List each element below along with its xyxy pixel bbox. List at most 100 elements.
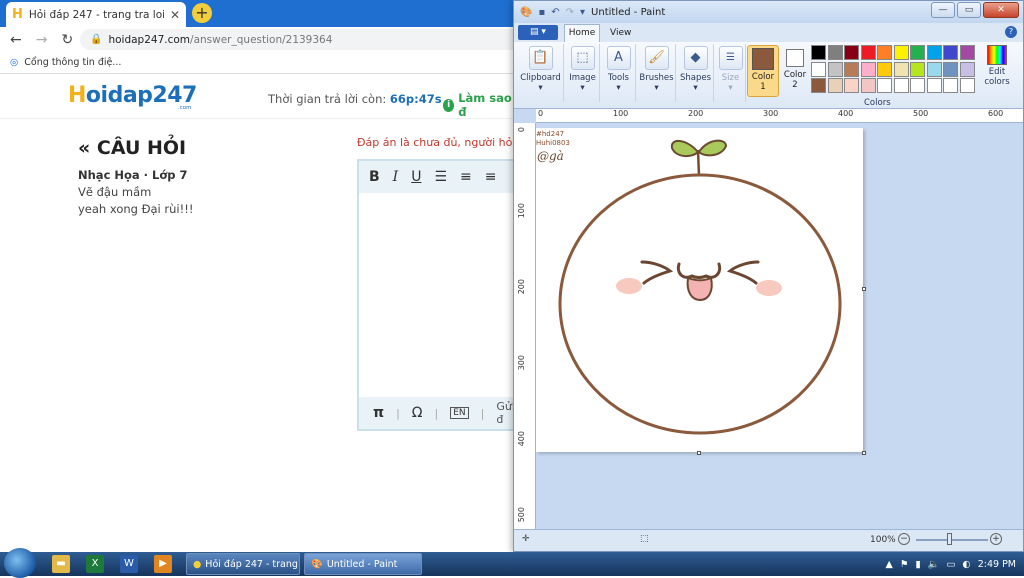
flag-icon[interactable]: ⚑ bbox=[900, 559, 909, 570]
palette-swatch[interactable] bbox=[943, 78, 958, 93]
palette-swatch[interactable] bbox=[811, 61, 826, 77]
palette-swatch[interactable] bbox=[910, 61, 925, 77]
task-chrome[interactable]: ● Hỏi đáp 247 - trang t... bbox=[186, 553, 300, 575]
zoom-in-button[interactable]: + bbox=[990, 533, 1002, 545]
palette-swatch[interactable] bbox=[877, 45, 892, 60]
palette-swatch[interactable] bbox=[893, 78, 909, 93]
maximize-button[interactable]: ▭ bbox=[957, 2, 981, 18]
howto-link[interactable]: i Làm sao đ bbox=[443, 91, 515, 119]
close-tab-icon[interactable]: ✕ bbox=[170, 8, 180, 22]
brushes-group[interactable]: 🖌 Brushes ▾ bbox=[638, 44, 676, 102]
palette-swatch[interactable] bbox=[811, 45, 826, 60]
battery-icon[interactable]: ▭ bbox=[946, 559, 955, 570]
zoom-slider[interactable] bbox=[916, 539, 988, 541]
align-left-icon[interactable]: ☰ bbox=[434, 169, 447, 185]
redo-icon[interactable]: ↷ bbox=[566, 7, 574, 18]
explorer-icon[interactable]: ▬ bbox=[52, 555, 70, 573]
palette-swatch[interactable] bbox=[877, 61, 892, 77]
undo-icon[interactable]: ↶ bbox=[551, 7, 559, 18]
palette-swatch[interactable] bbox=[893, 45, 909, 60]
excel-icon[interactable]: X bbox=[86, 555, 104, 573]
close-button[interactable]: ✕ bbox=[983, 2, 1019, 18]
italic-button[interactable]: I bbox=[393, 169, 399, 185]
palette-swatch[interactable] bbox=[943, 61, 958, 77]
palette-swatch[interactable] bbox=[811, 78, 826, 93]
palette-swatch[interactable] bbox=[959, 78, 975, 93]
palette-swatch[interactable] bbox=[959, 45, 975, 60]
new-tab-button[interactable]: + bbox=[192, 3, 212, 23]
palette-swatch[interactable] bbox=[827, 78, 843, 93]
palette-swatch[interactable] bbox=[926, 78, 942, 93]
image-group[interactable]: ⬚ Image ▾ bbox=[566, 44, 600, 102]
bookmark-item[interactable]: Cổng thông tin điệ... bbox=[24, 57, 121, 68]
resize-handle-right[interactable] bbox=[862, 287, 866, 291]
palette-swatch[interactable] bbox=[827, 61, 843, 77]
back-icon[interactable]: ← bbox=[10, 32, 22, 48]
underline-button[interactable]: U bbox=[411, 169, 421, 185]
media-player-icon[interactable]: ▶ bbox=[154, 555, 172, 573]
paint-canvas[interactable]: #hd247 Huhi0803 @gà bbox=[536, 128, 866, 455]
language-icon[interactable]: ◐ bbox=[962, 559, 970, 570]
palette-swatch[interactable] bbox=[860, 78, 876, 93]
clipboard-group[interactable]: 📋 Clipboard ▾ bbox=[518, 44, 564, 102]
home-ribbon: 📋 Clipboard ▾ ⬚ Image ▾ A Tools ▾ 🖌 Brushes… bbox=[514, 42, 1023, 109]
palette-swatch[interactable] bbox=[877, 78, 892, 93]
paint-app-icon[interactable]: 🎨 bbox=[520, 7, 532, 18]
browser-tab[interactable]: H Hỏi đáp 247 - trang tra loi ✕ bbox=[6, 2, 186, 27]
selection-size-icon: ⬚ bbox=[640, 534, 649, 544]
palette-swatch[interactable] bbox=[844, 78, 859, 93]
resize-handle-corner[interactable] bbox=[862, 451, 866, 455]
zoom-out-button[interactable]: − bbox=[898, 533, 910, 545]
align-center-icon[interactable]: ≡ bbox=[460, 169, 472, 185]
palette-swatch[interactable] bbox=[860, 61, 876, 77]
question-text-line1: Vẽ đậu mầm bbox=[78, 185, 152, 199]
palette-swatch[interactable] bbox=[959, 61, 975, 77]
palette-swatch[interactable] bbox=[893, 61, 909, 77]
help-icon[interactable]: ? bbox=[1005, 26, 1017, 38]
paint-file-menu-button[interactable]: ▤ ▾ bbox=[518, 25, 558, 40]
start-button[interactable] bbox=[4, 548, 36, 578]
volume-icon[interactable]: 🔈 bbox=[928, 559, 940, 570]
tab-view[interactable]: View bbox=[610, 26, 631, 40]
color1-button[interactable]: Color 1 bbox=[747, 45, 779, 97]
palette-swatch[interactable] bbox=[910, 78, 925, 93]
qat-dropdown-icon[interactable]: ▾ bbox=[580, 7, 585, 18]
align-right-icon[interactable]: ≡ bbox=[485, 169, 497, 185]
clock[interactable]: 2:49 PM bbox=[978, 559, 1016, 570]
zoom-slider-thumb[interactable] bbox=[947, 533, 952, 545]
palette-swatch[interactable] bbox=[844, 45, 859, 60]
palette-swatch[interactable] bbox=[844, 61, 859, 77]
reload-icon[interactable]: ↻ bbox=[61, 32, 73, 48]
shapes-group[interactable]: ◆ Shapes ▾ bbox=[678, 44, 714, 102]
colors-group-label: Colors bbox=[864, 98, 891, 108]
edit-colors-button[interactable]: Edit colors bbox=[979, 45, 1015, 87]
special-char-button[interactable]: Ω bbox=[412, 405, 423, 421]
palette-swatch[interactable] bbox=[827, 45, 843, 60]
resize-handle-bottom[interactable] bbox=[697, 451, 701, 455]
save-icon[interactable]: ▪ bbox=[538, 7, 545, 18]
palette-swatch[interactable] bbox=[926, 45, 942, 60]
palette-swatch[interactable] bbox=[926, 61, 942, 77]
forward-icon[interactable]: → bbox=[36, 32, 48, 48]
ruler-tick-label: 500 bbox=[517, 507, 526, 523]
math-pi-button[interactable]: π bbox=[373, 405, 384, 421]
ruler-tick-label: 100 bbox=[613, 109, 629, 118]
tray-expand-icon[interactable]: ▲ bbox=[886, 559, 893, 570]
tools-group[interactable]: A Tools ▾ bbox=[602, 44, 636, 102]
size-group[interactable]: ☰ Size ▾ bbox=[716, 44, 746, 102]
palette-swatch[interactable] bbox=[860, 45, 876, 60]
answer-textarea[interactable] bbox=[359, 193, 513, 399]
palette-swatch[interactable] bbox=[943, 45, 958, 60]
word-icon[interactable]: W bbox=[120, 555, 138, 573]
keyboard-icon[interactable]: EN bbox=[450, 407, 469, 419]
tab-home[interactable]: Home bbox=[564, 24, 600, 42]
network-icon[interactable]: ▮ bbox=[915, 559, 920, 570]
address-bar[interactable]: 🔒 hoidap247.com/answer_question/2139364 bbox=[80, 29, 520, 50]
task-paint[interactable]: 🎨 Untitled - Paint bbox=[304, 553, 422, 575]
color1-swatch bbox=[752, 48, 774, 70]
bold-button[interactable]: B bbox=[369, 169, 380, 185]
palette-swatch[interactable] bbox=[910, 45, 925, 60]
color2-button[interactable]: Color 2 bbox=[781, 45, 809, 97]
minimize-button[interactable]: — bbox=[931, 2, 955, 18]
canvas-text-username: Huhi0803 bbox=[536, 139, 570, 147]
